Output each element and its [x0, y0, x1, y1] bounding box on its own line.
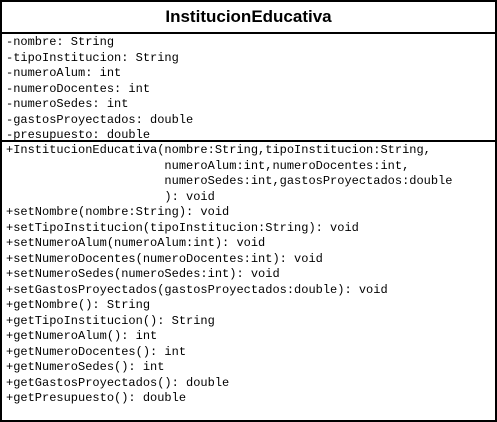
method-line: +setNombre(nombre:String): void [6, 205, 230, 219]
method-line: +setTipoInstitucion(tipoInstitucion:Stri… [6, 220, 359, 235]
attributes-compartment: -nombre: String -tipoInstitucion: String… [2, 34, 495, 142]
attribute-line: -numeroAlum: int [6, 66, 122, 80]
uml-class-box: InstitucionEducativa -nombre: String -ti… [0, 0, 497, 422]
method-line: +setNumeroDocentes(numeroDocentes:int): … [6, 251, 323, 266]
attribute-line: -numeroSedes: int [6, 97, 129, 111]
attribute-line: -gastosProyectados: double [6, 112, 194, 127]
method-line: numeroAlum:int,numeroDocentes:int, [6, 158, 410, 173]
method-line: ): void [6, 189, 215, 204]
attribute-line: -tipoInstitucion: String [6, 50, 179, 65]
method-line: +getNombre(): String [6, 298, 151, 312]
method-line: +InstitucionEducativa(nombre:String,tipo… [6, 143, 431, 157]
class-name: InstitucionEducativa [2, 2, 495, 34]
method-line: +setNumeroSedes(numeroSedes:int): void [6, 267, 280, 281]
method-line: +getPresupuesto(): double [6, 391, 187, 405]
method-line: +getNumeroSedes(): int [6, 360, 165, 374]
method-line: +getNumeroAlum(): int [6, 329, 158, 343]
methods-compartment: +InstitucionEducativa(nombre:String,tipo… [2, 142, 495, 407]
attribute-line: -nombre: String [6, 35, 115, 49]
method-line: +setGastosProyectados(gastosProyectados:… [6, 282, 388, 297]
attribute-line: -numeroDocentes: int [6, 81, 151, 96]
method-line: +setNumeroAlum(numeroAlum:int): void [6, 236, 266, 250]
method-line: +getNumeroDocentes(): int [6, 344, 187, 359]
method-line: +getTipoInstitucion(): String [6, 313, 215, 328]
method-line: +getGastosProyectados(): double [6, 375, 230, 390]
method-line: numeroSedes:int,gastosProyectados:double [6, 174, 453, 188]
